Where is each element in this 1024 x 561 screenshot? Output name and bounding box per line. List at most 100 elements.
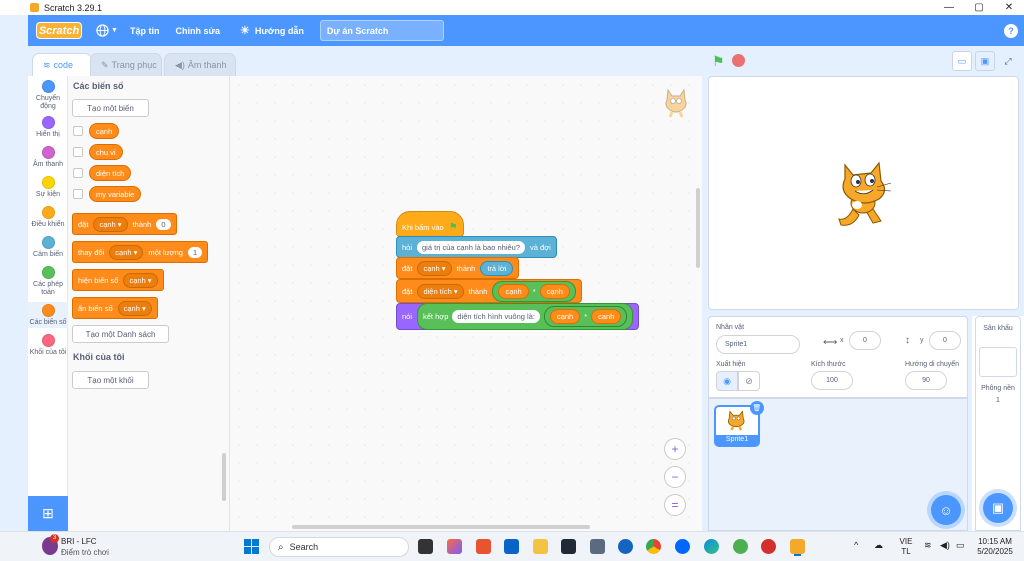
variable-checkbox[interactable]: [73, 189, 83, 199]
size-input[interactable]: 100: [811, 371, 853, 390]
variable-reporter[interactable]: diện tích: [89, 165, 132, 181]
input-language[interactable]: VIE TL: [896, 537, 916, 557]
zoom-reset-button[interactable]: =: [664, 494, 686, 516]
hide-variable-block[interactable]: ẩn biến số cạnh ▾: [72, 297, 158, 319]
category-my-blocks[interactable]: Khối của tôi: [28, 334, 68, 357]
say-block[interactable]: nói kết hợp diện tích hình vuông là: cạn…: [396, 303, 640, 330]
variable-reporter[interactable]: cạnh: [498, 283, 529, 299]
choose-backdrop-button[interactable]: ▣: [983, 493, 1013, 523]
value-input[interactable]: 0: [156, 218, 171, 230]
variable-checkbox[interactable]: [73, 147, 83, 157]
stage-selector[interactable]: Sân khấu Phông nền 1 ▣: [975, 316, 1021, 531]
small-stage-button[interactable]: ▭: [952, 51, 972, 71]
show-sprite-button[interactable]: ◉: [716, 371, 738, 391]
join-operator[interactable]: kết hợp diện tích hình vuông là: cạnh * …: [417, 303, 634, 330]
stage[interactable]: [708, 76, 1019, 310]
variable-dropdown[interactable]: cạnh ▾: [93, 216, 128, 232]
variable-checkbox[interactable]: [73, 168, 83, 178]
palette-scrollbar[interactable]: [222, 453, 226, 501]
value-input[interactable]: 1: [187, 246, 203, 258]
code-workspace[interactable]: Khi bấm vào ⚑ hỏi giá trị của cạnh là ba…: [230, 76, 702, 531]
variable-reporter[interactable]: chu vi: [89, 144, 123, 160]
close-button[interactable]: ✕: [994, 0, 1024, 15]
tab-sounds[interactable]: ◀) Âm thanh: [164, 53, 236, 76]
set-variable-block[interactable]: đặt cạnh ▾ thành 0: [72, 213, 177, 235]
project-title-input[interactable]: Dự án Scratch: [319, 20, 444, 41]
zalo-icon[interactable]: [675, 539, 690, 554]
variable-dropdown[interactable]: cạnh ▾: [417, 260, 452, 276]
variable-dropdown[interactable]: cạnh ▾: [123, 272, 158, 288]
file-explorer-icon[interactable]: [533, 539, 548, 554]
y-input[interactable]: 0: [929, 331, 961, 350]
variable-reporter[interactable]: cạnh: [549, 309, 581, 324]
windows-start-icon[interactable]: [244, 539, 259, 554]
office-icon[interactable]: [476, 539, 491, 554]
category-sound[interactable]: Âm thanh: [28, 146, 68, 169]
scratch-taskbar-icon[interactable]: [790, 539, 805, 554]
tutorials-menu[interactable]: ☀ Hướng dẫn: [240, 24, 304, 37]
chrome-icon[interactable]: [646, 539, 661, 554]
multiply-operator[interactable]: cạnh * cạnh: [543, 306, 628, 327]
scratch-logo[interactable]: Scratch: [36, 22, 82, 39]
zoom-out-button[interactable]: −: [664, 466, 686, 488]
x-input[interactable]: 0: [849, 331, 881, 350]
battery-icon[interactable]: ▭: [956, 540, 965, 550]
clock[interactable]: 10:15 AM 5/20/2025: [972, 537, 1018, 557]
taskbar-search[interactable]: ⌕ Search: [269, 537, 409, 557]
category-motion[interactable]: Chuyển động: [28, 80, 68, 111]
workspace-vertical-scrollbar[interactable]: [696, 188, 700, 268]
help-icon[interactable]: ?: [1004, 23, 1018, 38]
nox-app-icon[interactable]: [561, 539, 576, 554]
stop-icon[interactable]: [732, 54, 745, 67]
category-sensing[interactable]: Cảm biến: [28, 236, 68, 259]
variable-reporter[interactable]: cạnh: [89, 123, 120, 139]
wifi-icon[interactable]: ≋: [924, 540, 932, 550]
variable-dropdown[interactable]: cạnh ▾: [117, 300, 152, 316]
hide-sprite-button[interactable]: ⊘: [738, 371, 760, 391]
workspace-horizontal-scrollbar[interactable]: [292, 525, 590, 529]
choose-sprite-button[interactable]: ☺: [931, 495, 961, 525]
variable-reporter[interactable]: cạnh: [539, 283, 570, 299]
set-variable-block[interactable]: đặt diện tích ▾ thành cạnh * cạnh: [396, 279, 582, 303]
join-text-input[interactable]: diện tích hình vuông là:: [452, 310, 540, 323]
edge-icon[interactable]: [704, 539, 719, 554]
file-menu[interactable]: Tập tin: [130, 26, 160, 36]
category-variables[interactable]: Các biến số: [28, 302, 68, 328]
wps-icon[interactable]: [761, 539, 776, 554]
normal-stage-button[interactable]: ▣: [975, 51, 995, 71]
backdrop-thumbnail[interactable]: [979, 347, 1017, 377]
sprite-name-input[interactable]: Sprite1: [716, 335, 800, 354]
tab-code[interactable]: ≋ code: [32, 53, 92, 76]
zoom-in-button[interactable]: +: [664, 438, 686, 460]
maximize-button[interactable]: ▢: [964, 0, 994, 15]
language-menu[interactable]: ▼: [96, 24, 118, 37]
app-grid-icon[interactable]: [590, 539, 605, 554]
android-studio-icon[interactable]: [733, 539, 748, 554]
variable-dropdown[interactable]: diện tích ▾: [417, 283, 464, 299]
minimize-button[interactable]: —: [934, 0, 964, 15]
show-variable-block[interactable]: hiện biến số cạnh ▾: [72, 269, 164, 291]
category-operators[interactable]: Các phép toán: [28, 266, 68, 297]
add-extension-button[interactable]: ⊞: [28, 496, 68, 531]
edit-menu[interactable]: Chỉnh sửa: [176, 26, 221, 36]
make-block-button[interactable]: Tạo một khối: [72, 371, 149, 389]
fullscreen-button[interactable]: ⤢: [998, 51, 1018, 71]
multiply-operator[interactable]: cạnh * cạnh: [492, 280, 576, 302]
ask-and-wait-block[interactable]: hỏi giá trị của cạnh là bao nhiêu? và đợ…: [396, 236, 557, 258]
answer-reporter[interactable]: trả lời: [480, 260, 514, 276]
direction-input[interactable]: 90: [905, 371, 947, 390]
category-looks[interactable]: Hiển thị: [28, 116, 68, 139]
delete-sprite-button[interactable]: 🗑: [750, 401, 764, 415]
when-flag-clicked-block[interactable]: Khi bấm vào ⚑: [396, 211, 464, 237]
set-variable-block[interactable]: đặt cạnh ▾ thành trả lời: [396, 257, 520, 279]
cloud-icon[interactable]: ☁: [874, 540, 883, 550]
make-variable-button[interactable]: Tạo một biến: [72, 99, 149, 117]
tab-costumes[interactable]: ✎ Trang phục: [90, 53, 162, 76]
green-flag-icon[interactable]: ⚑: [712, 53, 725, 70]
category-events[interactable]: Sự kiện: [28, 176, 68, 199]
make-list-button[interactable]: Tạo một Danh sách: [72, 325, 169, 343]
volume-icon[interactable]: ◀): [940, 540, 950, 550]
mail-icon[interactable]: [504, 539, 519, 554]
variable-dropdown[interactable]: cạnh ▾: [109, 244, 144, 260]
variable-checkbox[interactable]: [73, 126, 83, 136]
